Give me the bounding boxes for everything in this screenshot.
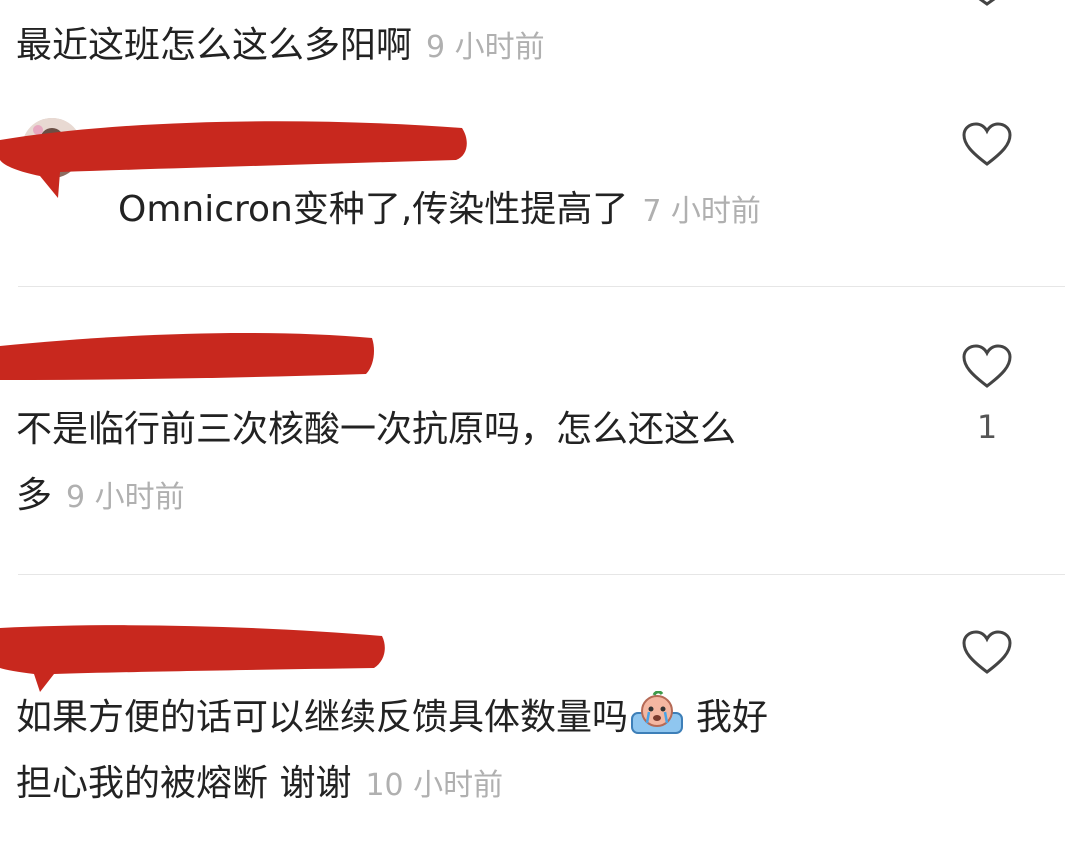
comment-4-line1: 如果方便的话可以继续反馈具体数量吗 我好 [16,684,768,752]
redaction-mark [0,332,374,380]
like-heart-icon[interactable] [961,122,1013,168]
comment-2-text: Omnicron变种了,传染性提高了 [118,189,629,230]
like-heart-icon[interactable] [961,344,1013,390]
divider [18,574,1065,575]
comment-2-time: 7 小时前 [642,194,761,229]
comment-4-text-after-emoji: 我好 [696,697,769,738]
comment-3-time: 9 小时前 [66,480,185,515]
comment-1: 最近这班怎么这么多阳啊 9 小时前 [16,12,545,82]
comment-4-text-line2: 担心我的被熔断 谢谢 [16,763,352,804]
comment-3-text-line1: 不是临行前三次核酸一次抗原吗，怎么还这么 [16,409,737,450]
redaction-mark [0,625,385,692]
chevron-down-icon[interactable] [964,0,1010,10]
comment-3-text-line2: 多 [16,475,53,516]
crying-emoji-icon [631,691,684,734]
comment-4-line2: 担心我的被熔断 谢谢 10 小时前 [16,750,503,820]
comment-4-time: 10 小时前 [365,768,504,803]
comment-1-text: 最近这班怎么这么多阳啊 [16,25,413,66]
like-heart-icon[interactable] [961,630,1013,676]
comment-1-time: 9 小时前 [426,30,545,65]
comment-3-line1: 不是临行前三次核酸一次抗原吗，怎么还这么 [16,396,736,464]
comment-3-line2: 多 9 小时前 [16,462,185,532]
comment-2: Omnicron变种了,传染性提高了 7 小时前 [118,176,761,246]
divider [18,286,1065,287]
comment-4-text-line1: 如果方便的话可以继续反馈具体数量吗 [16,697,629,738]
like-count: 1 [976,408,998,446]
